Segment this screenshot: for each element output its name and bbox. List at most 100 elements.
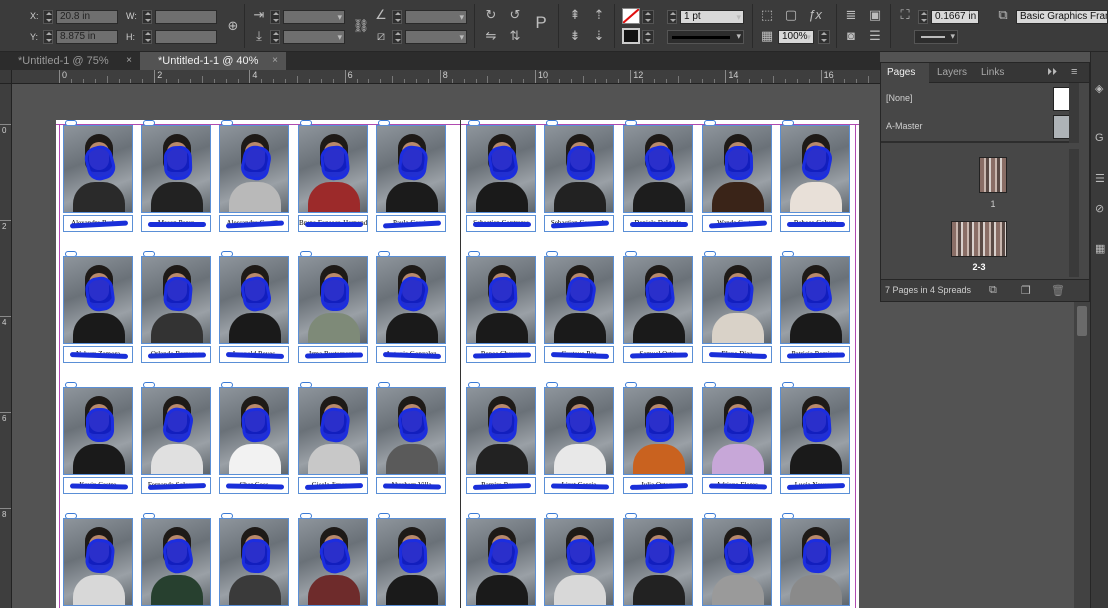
name-caption-frame[interactable]: Bruna Fonseca-Hernandez bbox=[298, 215, 368, 232]
stroke-end-dropdown[interactable]: ▾ bbox=[914, 30, 958, 44]
height-stepper[interactable] bbox=[142, 30, 152, 44]
constrain-link-icon[interactable]: ⛓ bbox=[352, 17, 370, 35]
p-icon[interactable]: P bbox=[532, 14, 550, 32]
portrait-photo-frame[interactable] bbox=[623, 518, 693, 606]
portrait-photo-frame[interactable] bbox=[376, 256, 446, 344]
portrait-photo-frame[interactable] bbox=[219, 518, 289, 606]
portrait-photo-frame[interactable] bbox=[376, 125, 446, 213]
portrait-photo-frame[interactable] bbox=[219, 125, 289, 213]
stroke-type-dropdown[interactable]: ▾ bbox=[667, 30, 744, 44]
layers-icon[interactable]: ☰ bbox=[1095, 172, 1105, 185]
portrait-photo-frame[interactable] bbox=[376, 387, 446, 475]
corner-options-icon[interactable]: ⬚ bbox=[758, 6, 776, 24]
portrait-photo-frame[interactable] bbox=[780, 125, 850, 213]
new-page-icon[interactable]: ❐ bbox=[1021, 284, 1031, 297]
stroke-swatch[interactable] bbox=[622, 28, 640, 44]
name-caption-frame[interactable]: Samuel Ortiz bbox=[623, 346, 693, 363]
drop-shadow-icon[interactable]: ▢ bbox=[782, 6, 800, 24]
name-caption-frame[interactable]: Adriana Flores bbox=[702, 477, 772, 494]
portrait-photo-frame[interactable] bbox=[219, 387, 289, 475]
portrait-photo-frame[interactable] bbox=[702, 256, 772, 344]
portrait-photo-frame[interactable] bbox=[544, 387, 614, 475]
scale-y-stepper[interactable] bbox=[270, 30, 280, 44]
portrait-photo-frame[interactable] bbox=[141, 256, 211, 344]
portrait-photo-frame[interactable] bbox=[219, 256, 289, 344]
select-previous-icon[interactable]: ⇟ bbox=[566, 27, 584, 45]
opacity-menu-arrow[interactable] bbox=[818, 30, 830, 44]
name-caption-frame[interactable]: Fernanda Solorzano bbox=[141, 477, 211, 494]
select-next-icon[interactable]: ⇣ bbox=[590, 27, 608, 45]
text-wrap-bbox-icon[interactable]: ▣ bbox=[866, 6, 884, 24]
portrait-photo-frame[interactable] bbox=[63, 518, 133, 606]
offset-stepper[interactable] bbox=[918, 10, 928, 24]
stroke-menu-arrow[interactable] bbox=[642, 30, 654, 44]
y-position-field[interactable]: 8.875 in bbox=[56, 30, 118, 44]
tab-untitled-1[interactable]: *Untitled-1 @ 75% × bbox=[0, 52, 140, 70]
name-caption-frame[interactable]: Leopold Reyes bbox=[219, 346, 289, 363]
name-caption-frame[interactable]: Ramiro Reyes bbox=[466, 477, 536, 494]
opacity-field[interactable]: 100% bbox=[778, 30, 814, 44]
name-caption-frame[interactable]: Kevin Castro bbox=[63, 477, 133, 494]
portrait-photo-frame[interactable] bbox=[63, 387, 133, 475]
portrait-photo-frame[interactable] bbox=[544, 256, 614, 344]
portrait-photo-frame[interactable] bbox=[623, 256, 693, 344]
portrait-photo-frame[interactable] bbox=[141, 387, 211, 475]
name-caption-frame[interactable]: Alessandro Castillo bbox=[219, 215, 289, 232]
shear-angle-field[interactable] bbox=[405, 30, 467, 44]
text-wrap-jump-icon[interactable]: ☰ bbox=[866, 27, 884, 45]
pasteboard[interactable]: Alexandra Barbosa Mason Perez Alessandro C… bbox=[13, 85, 880, 608]
name-caption-frame[interactable]: Gisela Jimenez bbox=[298, 477, 368, 494]
portrait-photo-frame[interactable] bbox=[780, 518, 850, 606]
name-caption-frame[interactable]: Cher Coss bbox=[219, 477, 289, 494]
portrait-photo-frame[interactable] bbox=[466, 256, 536, 344]
master-a[interactable]: A-Master bbox=[881, 113, 1079, 141]
page-1-thumb[interactable] bbox=[979, 157, 1007, 193]
ruler-origin[interactable] bbox=[0, 70, 12, 84]
portrait-photo-frame[interactable] bbox=[702, 518, 772, 606]
portrait-photo-frame[interactable] bbox=[623, 387, 693, 475]
select-content-icon[interactable]: ⇡ bbox=[590, 6, 608, 24]
portrait-photo-frame[interactable] bbox=[466, 387, 536, 475]
portrait-photo-frame[interactable] bbox=[63, 125, 133, 213]
portrait-photo-frame[interactable] bbox=[63, 256, 133, 344]
portrait-photo-frame[interactable] bbox=[702, 125, 772, 213]
name-caption-frame[interactable]: Patricia Ramirez bbox=[780, 346, 850, 363]
select-container-icon[interactable]: ⇞ bbox=[566, 6, 584, 24]
name-caption-frame[interactable]: Alexandra Barbosa bbox=[63, 215, 133, 232]
reference-point-icon[interactable]: ⊕ bbox=[224, 17, 242, 35]
portrait-photo-frame[interactable] bbox=[141, 518, 211, 606]
stroke-weight-field[interactable]: 1 pt bbox=[680, 10, 744, 24]
name-caption-frame[interactable]: Rebeca Galvez bbox=[780, 215, 850, 232]
portrait-photo-frame[interactable] bbox=[376, 518, 446, 606]
name-caption-frame[interactable]: Sebastian Coronado bbox=[544, 215, 614, 232]
scale-y-field[interactable] bbox=[283, 30, 345, 44]
x-stepper[interactable] bbox=[43, 10, 53, 24]
properties-icon[interactable]: ◈ bbox=[1095, 82, 1103, 95]
tab-layers[interactable]: Layers bbox=[931, 63, 973, 83]
name-caption-frame[interactable]: Lizet Garcia bbox=[544, 477, 614, 494]
portrait-photo-frame[interactable] bbox=[141, 125, 211, 213]
width-field[interactable] bbox=[155, 10, 217, 24]
shear-stepper[interactable] bbox=[392, 30, 402, 44]
portrait-photo-frame[interactable] bbox=[298, 256, 368, 344]
fill-swatch-none[interactable] bbox=[622, 8, 640, 24]
frame-fitting-icon[interactable]: ⛶ bbox=[896, 6, 914, 24]
name-caption-frame[interactable]: Elena Diaz bbox=[702, 346, 772, 363]
flip-horizontal-icon[interactable]: ⇋ bbox=[482, 27, 500, 45]
portrait-photo-frame[interactable] bbox=[780, 387, 850, 475]
width-stepper[interactable] bbox=[142, 10, 152, 24]
scrollbar-thumb[interactable] bbox=[1077, 306, 1087, 336]
rotate-ccw-icon[interactable]: ↺ bbox=[506, 6, 524, 24]
horizontal-ruler[interactable]: 0 2 4 6 8 10 12 14 16 bbox=[12, 70, 880, 84]
name-caption-frame[interactable]: Paula Garcia bbox=[376, 215, 446, 232]
x-position-field[interactable]: 20.8 in bbox=[56, 10, 118, 24]
offset-field[interactable]: 0.1667 in bbox=[931, 10, 979, 24]
name-caption-frame[interactable]: Daniela Delgado bbox=[623, 215, 693, 232]
portrait-photo-frame[interactable] bbox=[466, 125, 536, 213]
name-caption-frame[interactable]: Nahum Zamora bbox=[63, 346, 133, 363]
portrait-photo-frame[interactable] bbox=[298, 125, 368, 213]
portrait-photo-frame[interactable] bbox=[702, 387, 772, 475]
rotation-angle-field[interactable] bbox=[405, 10, 467, 24]
panel-expand-icon[interactable]: ⏵⏵ bbox=[1047, 67, 1057, 78]
y-stepper[interactable] bbox=[43, 30, 53, 44]
